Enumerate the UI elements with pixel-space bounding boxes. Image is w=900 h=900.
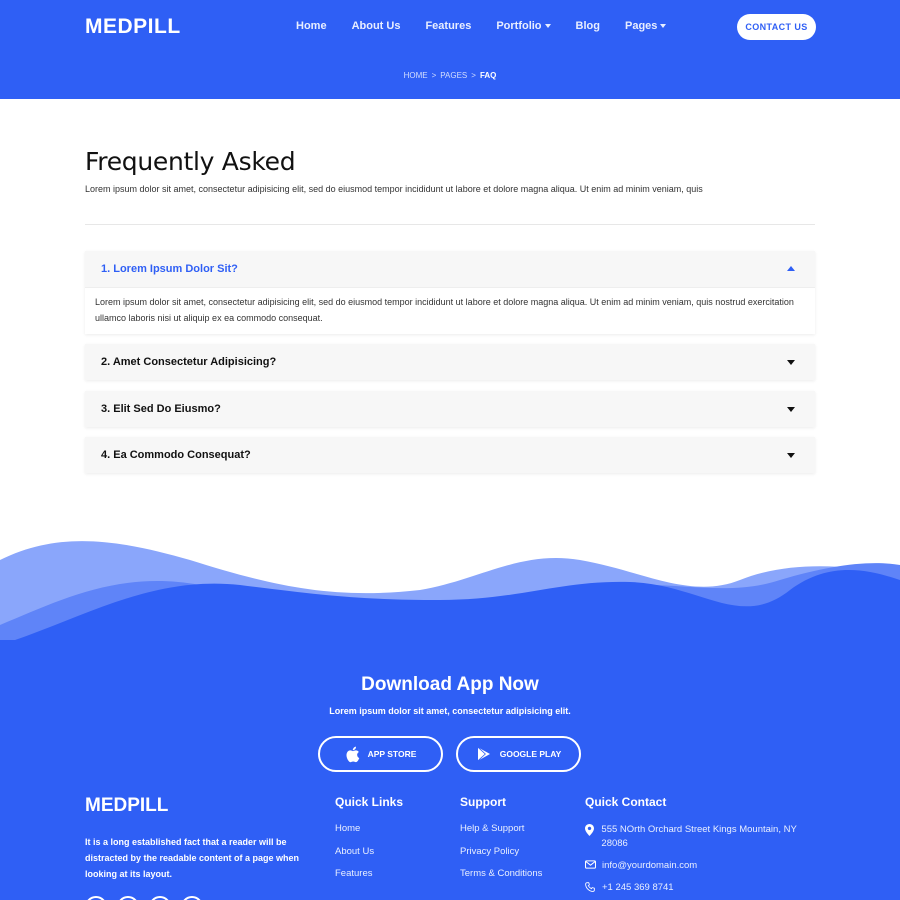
- faq-question-3[interactable]: 3. Elit Sed Do Eiusmo?: [85, 391, 815, 427]
- header: MEDPILL Home About Us Features Portfolio…: [0, 0, 900, 99]
- twitter-icon[interactable]: [117, 896, 139, 900]
- envelope-icon: [585, 860, 597, 869]
- facebook-icon[interactable]: [85, 896, 107, 900]
- contact-email[interactable]: info@yourdomain.com: [585, 859, 815, 873]
- caret-down-icon: [544, 24, 551, 28]
- nav-about-us[interactable]: About Us: [352, 20, 401, 32]
- footer: Download App Now Lorem ipsum dolor sit a…: [0, 640, 900, 900]
- download-title: Download App Now: [361, 674, 539, 695]
- nav-home[interactable]: Home: [296, 20, 327, 32]
- contact-phone-text: +1 245 369 8741: [602, 882, 674, 893]
- map-pin-icon: [585, 824, 596, 836]
- download-subtitle: Lorem ipsum dolor sit amet, consectetur …: [329, 706, 571, 716]
- breadcrumb: HOME > PAGES > FAQ: [0, 71, 900, 80]
- quick-links-column: Quick Links Home About Us Features: [335, 795, 403, 891]
- contact-address-text: 555 NOrth Orchard Street Kings Mountain,…: [601, 824, 797, 849]
- quick-contact-title: Quick Contact: [585, 795, 667, 809]
- chevron-down-icon: [787, 453, 795, 458]
- caret-down-icon: [660, 24, 667, 28]
- main-nav: Home About Us Features Portfolio Blog Pa…: [296, 20, 667, 32]
- chevron-up-icon: [787, 266, 795, 271]
- chevron-down-icon: [787, 407, 795, 412]
- faq-item-3: 3. Elit Sed Do Eiusmo?: [85, 391, 815, 427]
- breadcrumb-separator: >: [471, 71, 476, 80]
- chevron-down-icon: [787, 360, 795, 365]
- breadcrumb-home[interactable]: HOME: [404, 71, 428, 80]
- instagram-icon[interactable]: [149, 896, 171, 900]
- footer-logo[interactable]: MEDPILL: [85, 795, 168, 817]
- footer-link-features[interactable]: Features: [335, 868, 403, 891]
- footer-waves: [0, 541, 900, 660]
- faq-question-4[interactable]: 4. Ea Commodo Consequat?: [85, 437, 815, 473]
- faq-question-label: 2. Amet Consectetur Adipisicing?: [101, 356, 277, 368]
- app-store-label: APP STORE: [367, 749, 417, 759]
- contact-email-text: info@yourdomain.com: [602, 860, 698, 871]
- page-title: Frequently Asked: [85, 147, 296, 176]
- faq-answer-1: Lorem ipsum dolor sit amet, consectetur …: [85, 287, 815, 334]
- google-play-label: GOOGLE PLAY: [499, 749, 562, 759]
- nav-features-label: Features: [425, 20, 472, 32]
- logo[interactable]: MEDPILL: [85, 15, 181, 39]
- faq-item-1: 1. Lorem Ipsum Dolor Sit? Lorem ipsum do…: [85, 251, 815, 334]
- divider: [85, 224, 815, 225]
- nav-blog-label: Blog: [575, 20, 600, 32]
- nav-blog[interactable]: Blog: [576, 20, 600, 32]
- breadcrumb-current: FAQ: [479, 71, 497, 80]
- footer-link-privacy-policy[interactable]: Privacy Policy: [460, 846, 542, 869]
- footer-link-help-support[interactable]: Help & Support: [460, 823, 542, 846]
- nav-about-us-label: About Us: [351, 20, 401, 32]
- contact-address: 555 NOrth Orchard Street Kings Mountain,…: [585, 823, 815, 851]
- nav-pages[interactable]: Pages: [624, 20, 667, 32]
- nav-features[interactable]: Features: [425, 20, 471, 32]
- faq-item-2: 2. Amet Consectetur Adipisicing?: [85, 344, 815, 380]
- social-links: [85, 896, 213, 900]
- faq-item-4: 4. Ea Commodo Consequat?: [85, 437, 815, 473]
- google-play-button[interactable]: GOOGLE PLAY: [456, 736, 581, 772]
- footer-link-about-us[interactable]: About Us: [335, 846, 403, 869]
- phone-icon: [585, 882, 597, 892]
- faq-question-1[interactable]: 1. Lorem Ipsum Dolor Sit?: [85, 251, 815, 287]
- nav-pages-label: Pages: [624, 20, 658, 32]
- faq-question-2[interactable]: 2. Amet Consectetur Adipisicing?: [85, 344, 815, 380]
- faq-question-label: 4. Ea Commodo Consequat?: [101, 449, 251, 461]
- breadcrumb-separator: >: [431, 71, 437, 80]
- nav-home-label: Home: [296, 20, 327, 32]
- google-play-icon: [476, 746, 492, 762]
- nav-portfolio-label: Portfolio: [496, 20, 542, 32]
- quick-links-title: Quick Links: [335, 795, 404, 809]
- faq-question-label: 1. Lorem Ipsum Dolor Sit?: [101, 263, 238, 275]
- contact-us-button[interactable]: CONTACT US: [737, 14, 816, 40]
- page: MEDPILL Home About Us Features Portfolio…: [0, 0, 900, 900]
- support-column: Support Help & Support Privacy Policy Te…: [460, 795, 542, 891]
- app-store-button[interactable]: APP STORE: [318, 736, 443, 772]
- footer-about: It is a long established fact that a rea…: [85, 837, 300, 879]
- nav-portfolio[interactable]: Portfolio: [496, 20, 551, 32]
- page-intro: Lorem ipsum dolor sit amet, consectetur …: [85, 184, 703, 194]
- faq-question-label: 3. Elit Sed Do Eiusmo?: [101, 403, 221, 415]
- apple-icon: [345, 746, 360, 763]
- quick-contact-column: Quick Contact 555 NOrth Orchard Street K…: [585, 795, 815, 900]
- breadcrumb-pages[interactable]: PAGES: [440, 71, 467, 80]
- contact-phone[interactable]: +1 245 369 8741: [585, 881, 815, 895]
- support-title: Support: [460, 795, 506, 809]
- linkedin-icon[interactable]: [181, 896, 203, 900]
- footer-link-terms[interactable]: Terms & Conditions: [460, 868, 542, 891]
- footer-link-home[interactable]: Home: [335, 823, 403, 846]
